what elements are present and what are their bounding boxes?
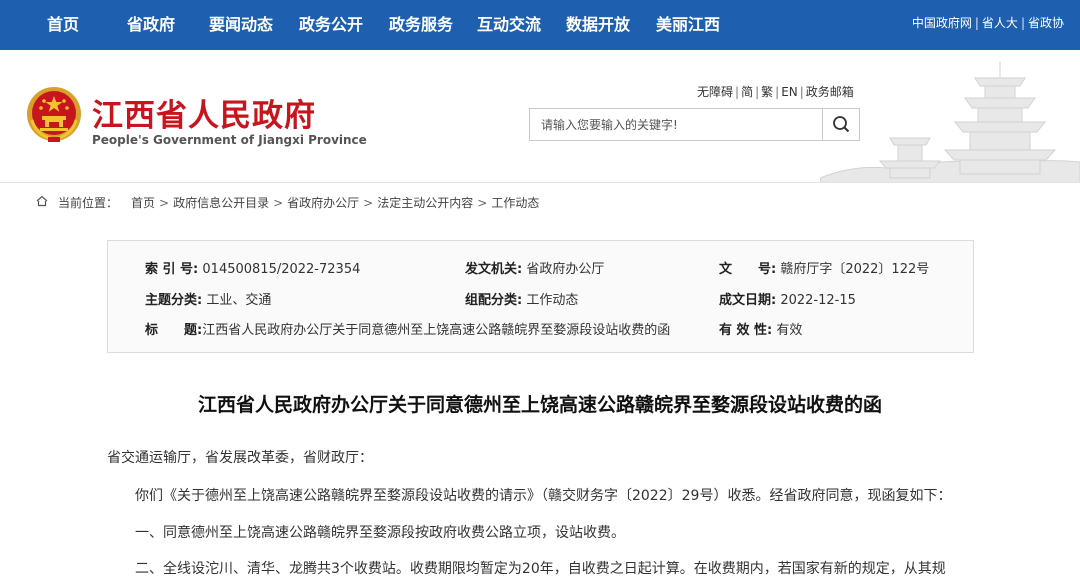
simplified-link[interactable]: 简 [741,85,753,99]
nav-item-gov-affairs-open[interactable]: 政务公开 [299,0,363,50]
breadcrumb: 当前位置： 首页 > 政府信息公开目录 > 省政府办公厅 > 法定主动公开内容 > 工作动态 [0,183,1080,221]
search-input[interactable] [530,109,823,140]
site-title-cn: 江西省人民政府 [92,98,316,134]
info-issuer: 发文机关: 省政府办公厅 [465,262,605,277]
nav-item-beautiful-jiangxi[interactable]: 美丽江西 [656,0,720,50]
nav-item-interaction[interactable]: 互动交流 [477,0,541,50]
top-links: 中国政府网 | 省人大 | 省政协 [911,16,1064,30]
info-date: 成文日期: 2022-12-15 [719,293,856,308]
top-nav-bar: 首页 省政府 要闻动态 政务公开 政务服务 互动交流 数据开放 美丽江西 中国政… [0,0,1080,50]
article-salutation: 省交通运输厅，省发展改革委，省财政厅： [107,450,373,466]
link-china-gov[interactable]: 中国政府网 [912,16,972,30]
accessibility-link[interactable]: 无障碍 [697,85,733,99]
home-icon [36,195,48,207]
breadcrumb-label: 当前位置： [58,196,119,210]
breadcrumb-item[interactable]: 首页 [131,196,155,210]
article-paragraph: 你们《关于德州至上饶高速公路赣皖界至婺源段设站收费的请示》（赣交财务字〔2022… [135,488,952,504]
info-topic: 主题分类: 工业、交通 [145,293,272,308]
nav-item-open-data[interactable]: 数据开放 [566,0,630,50]
info-category: 组配分类: 工作动态 [465,293,579,308]
nav-item-gov-services[interactable]: 政务服务 [389,0,453,50]
tengwang-pavilion-illustration [820,62,1080,182]
document-info-box: 索 引 号: 014500815/2022-72354 发文机关: 省政府办公厅… [107,240,974,353]
article-paragraph: 一、同意德州至上饶高速公路赣皖界至婺源段按政府收费公路立项，设站收费。 [135,525,625,541]
link-provincial-cppcc[interactable]: 省政协 [1028,16,1064,30]
article-title: 江西省人民政府办公厅关于同意德州至上饶高速公路赣皖界至婺源段设站收费的函 [197,394,882,416]
breadcrumb-item[interactable]: 省政府办公厅 [287,196,359,210]
breadcrumb-item[interactable]: 工作动态 [491,196,539,210]
search-box [529,108,860,141]
breadcrumb-item[interactable]: 法定主动公开内容 [377,196,473,210]
info-title: 标 题:江西省人民政府办公厅关于同意德州至上饶高速公路赣皖界至婺源段设站收费的函 [145,323,671,338]
site-title-en: People's Government of Jiangxi Province [92,133,367,147]
nav-item-news[interactable]: 要闻动态 [209,0,273,50]
national-emblem-icon [27,87,81,142]
nav-item-home[interactable]: 首页 [47,0,79,50]
info-docno: 文 号: 赣府厅字〔2022〕122号 [719,262,930,277]
breadcrumb-item[interactable]: 政府信息公开目录 [173,196,269,210]
breadcrumb-path: 首页 > 政府信息公开目录 > 省政府办公厅 > 法定主动公开内容 > 工作动态 [131,196,540,210]
nav-item-province-gov[interactable]: 省政府 [127,0,175,50]
traditional-link[interactable]: 繁 [761,85,773,99]
site-header: 江西省人民政府 People's Government of Jiangxi P… [0,50,1080,183]
info-index: 索 引 号: 014500815/2022-72354 [145,262,361,277]
article-paragraph: 二、全线设沱川、清华、龙腾共3个收费站。收费期限均暂定为20年，自收费之日起计算… [135,561,946,577]
link-provincial-npc[interactable]: 省人大 [982,16,1018,30]
english-link[interactable]: EN [781,85,798,99]
info-validity: 有 效 性: 有效 [719,323,803,338]
